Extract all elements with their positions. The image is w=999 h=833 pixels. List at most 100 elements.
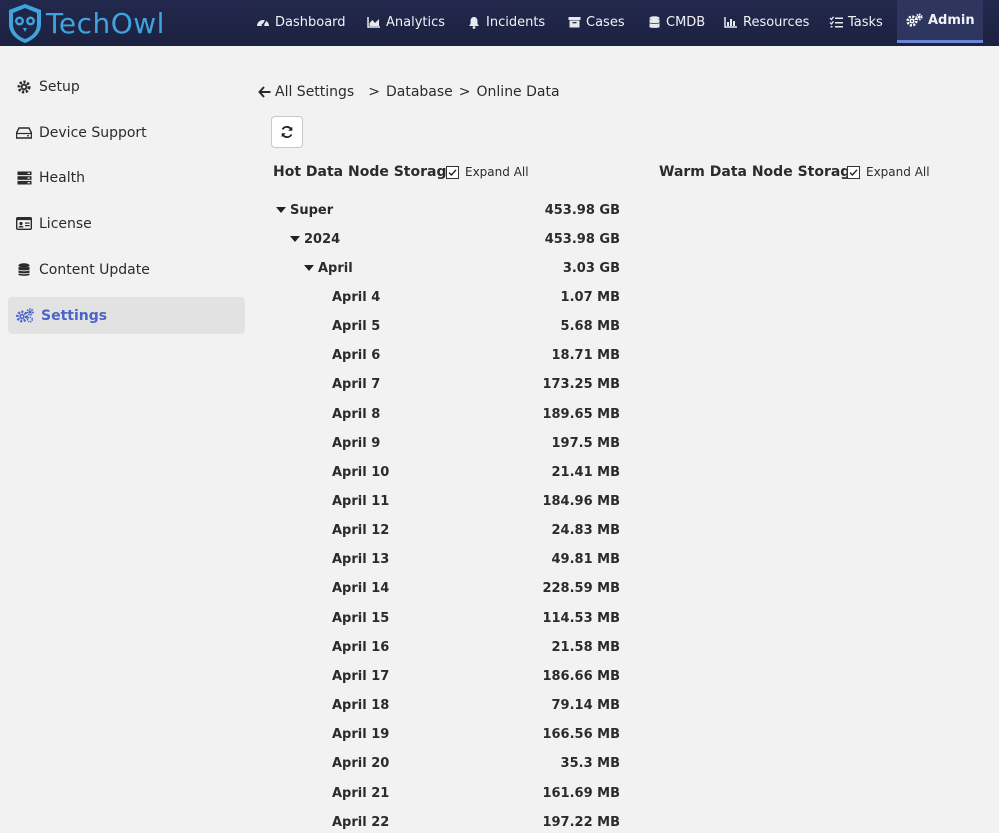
caret-down-icon[interactable]: [290, 236, 300, 243]
nav-dashboard[interactable]: Dashboard: [256, 0, 346, 44]
tree-row: April 18 79.14 MB: [272, 696, 622, 716]
warm-expand-all-checkbox[interactable]: [847, 165, 860, 179]
back-to-all-settings-link[interactable]: All Settings: [258, 84, 354, 100]
tree-node-name: April 11: [332, 494, 390, 509]
tree-row: April 4 1.07 MB: [272, 287, 622, 307]
hot-expand-all-checkbox[interactable]: [446, 165, 459, 179]
tree-row[interactable]: 2024 453.98 GB: [272, 229, 622, 249]
gears-icon: [16, 308, 34, 324]
tasks-icon: [829, 15, 843, 29]
caret-down-icon[interactable]: [304, 265, 314, 272]
tree-node-name: April 21: [332, 785, 390, 801]
tree-node-size: 5.68 MB: [560, 319, 620, 335]
tree-node-label[interactable]: Super: [276, 200, 333, 220]
tree-node-name: April: [318, 260, 353, 276]
tree-node-name: April 20: [332, 756, 390, 772]
tree-node-label: April 8: [332, 404, 380, 424]
tree-node-label[interactable]: April: [304, 258, 353, 278]
tree-node-size: 21.41 MB: [551, 464, 621, 480]
caret-down-icon[interactable]: [276, 207, 286, 213]
tree-row: April 11 184.96 MB: [272, 492, 622, 512]
tree-row: April 9 197.5 MB: [272, 433, 622, 453]
tree-row: April 10 21.41 MB: [272, 462, 622, 482]
tree-node-label: April 21: [332, 783, 389, 803]
tree-node-name: April 9: [332, 435, 381, 451]
nav-incidents[interactable]: Incidents: [467, 0, 545, 44]
tree-node-size: 197.5 MB: [551, 435, 621, 451]
tree-node-label: April 11: [332, 492, 389, 512]
nav-cmdb-label: CMDB: [666, 14, 706, 30]
hot-expand-all-toggle[interactable]: Expand All: [446, 165, 529, 179]
nav-admin-label: Admin: [928, 12, 975, 28]
tree-node-size: 189.65 MB: [542, 406, 620, 422]
tree-node-name: April 19: [332, 727, 390, 743]
tree-node-name: April 5: [332, 319, 381, 335]
tree-row: April 15 114.53 MB: [272, 608, 622, 628]
sidebar-item-health[interactable]: Health: [8, 159, 245, 196]
nav-cases[interactable]: Cases: [567, 0, 625, 44]
warm-expand-all-toggle[interactable]: Expand All: [847, 165, 930, 179]
sidebar-item-setup[interactable]: Setup: [8, 68, 245, 105]
tree-node-size: 453.98 GB: [544, 202, 620, 218]
tree-node-label: April 12: [332, 521, 389, 541]
sidebar-item-content-update[interactable]: Content Update: [8, 251, 245, 288]
sidebar-item-settings[interactable]: Settings: [8, 297, 245, 334]
tree-node-label[interactable]: 2024: [290, 229, 340, 249]
warm-expand-all-label: Expand All: [866, 165, 930, 179]
tree-node-label: April 4: [332, 287, 380, 307]
tree-row[interactable]: April 3.03 GB: [272, 258, 622, 278]
tree-row[interactable]: Super 453.98 GB: [272, 200, 622, 220]
sidebar-item-label: Setup: [39, 78, 80, 95]
nav-admin[interactable]: Admin: [897, 0, 983, 43]
refresh-button[interactable]: [271, 116, 303, 148]
tree-node-name: April 14: [332, 581, 390, 597]
tree-node-label: April 5: [332, 317, 380, 337]
tree-node-size: 49.81 MB: [551, 552, 621, 568]
tree-node-size: 79.14 MB: [551, 698, 621, 714]
tree-node-label: April 18: [332, 696, 389, 716]
tree-node-size: 35.3 MB: [560, 756, 620, 772]
breadcrumb-back-label: All Settings: [275, 84, 355, 100]
tree-node-label: April 14: [332, 579, 389, 599]
tree-node-name: April 12: [332, 523, 390, 539]
gear-icon: [16, 79, 32, 95]
tree-node-name: April 7: [332, 377, 381, 393]
breadcrumb-separator: >: [458, 84, 471, 100]
breadcrumb-database[interactable]: Database: [386, 84, 453, 100]
refresh-icon: [281, 126, 293, 138]
tree-node-size: 186.66 MB: [542, 668, 620, 684]
tree-node-name: April 15: [332, 610, 390, 626]
tree-node-name: April 6: [332, 348, 381, 364]
brand-name: TechOwl: [46, 6, 165, 40]
database-icon: [647, 15, 661, 29]
gauge-icon: [256, 15, 270, 29]
tree-node-name: April 4: [332, 289, 381, 305]
tree-row: April 16 21.58 MB: [272, 637, 622, 657]
tree-node-size: 173.25 MB: [542, 377, 620, 393]
sidebar-item-label: Settings: [41, 307, 108, 324]
archive-icon: [567, 15, 581, 29]
nav-tasks-label: Tasks: [848, 14, 883, 30]
sidebar-item-device-support[interactable]: Device Support: [8, 114, 245, 151]
brand-logo[interactable]: TechOwl: [6, 2, 165, 44]
nav-analytics-label: Analytics: [386, 14, 446, 30]
nav-resources[interactable]: Resources: [724, 0, 809, 44]
nav-analytics[interactable]: Analytics: [367, 0, 445, 44]
tree-node-label: April 19: [332, 725, 389, 745]
tree-node-size: 18.71 MB: [551, 348, 621, 364]
hot-storage-title: Hot Data Node Storage: [273, 164, 456, 180]
bar-chart-icon: [724, 15, 738, 29]
tree-node-label: April 17: [332, 666, 389, 686]
breadcrumb: All Settings > Database > Online Data: [258, 82, 560, 102]
tree-node-label: April 10: [332, 462, 389, 482]
breadcrumb-online-data: Online Data: [476, 84, 560, 100]
nav-incidents-label: Incidents: [486, 14, 546, 30]
tree-node-name: April 13: [332, 552, 390, 568]
tree-node-label: April 15: [332, 608, 389, 628]
tree-node-label: April 20: [332, 754, 389, 774]
hdd-icon: [16, 125, 32, 141]
nav-tasks[interactable]: Tasks: [829, 0, 883, 44]
sidebar-item-license[interactable]: License: [8, 205, 245, 242]
checkmark-icon: [448, 168, 457, 176]
nav-cmdb[interactable]: CMDB: [647, 0, 705, 44]
